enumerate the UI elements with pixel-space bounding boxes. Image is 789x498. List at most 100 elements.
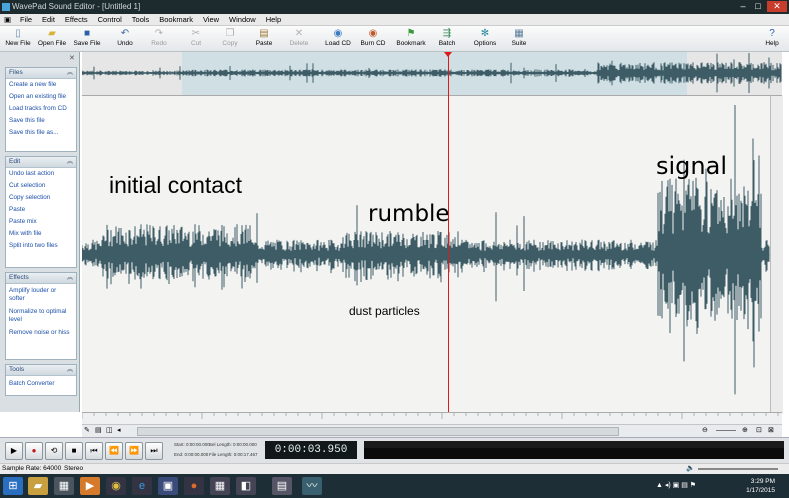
volume-icon[interactable]: 🔈 bbox=[686, 464, 695, 472]
menu-edit[interactable]: Edit bbox=[38, 14, 59, 25]
paste-button[interactable]: ▤ Paste bbox=[248, 27, 280, 50]
chevron-up-icon[interactable]: ︽ bbox=[67, 273, 73, 283]
waveform-view[interactable]: initial contact rumble signal dust parti… bbox=[82, 96, 770, 414]
paste-mix-link[interactable]: Paste mix bbox=[6, 216, 76, 228]
edit-panel: Edit ︽ Undo last action Cut selection Cop… bbox=[5, 156, 77, 268]
fast-forward-button[interactable]: ⏩ bbox=[125, 442, 143, 460]
save-file-button[interactable]: ■ Save File bbox=[71, 27, 103, 50]
start-button[interactable]: ⊞ bbox=[3, 477, 23, 495]
delete-button[interactable]: ✕ Delete bbox=[283, 27, 315, 50]
volume-slider[interactable] bbox=[698, 468, 778, 470]
menu-window[interactable]: Window bbox=[225, 14, 260, 25]
record-icon: ● bbox=[31, 446, 37, 455]
menu-control[interactable]: Control bbox=[94, 14, 126, 25]
zoom-slider[interactable] bbox=[716, 430, 736, 431]
taskbar-calendar[interactable]: ▤ bbox=[272, 477, 292, 495]
chevron-up-icon[interactable]: ︽ bbox=[67, 365, 73, 375]
play-button[interactable]: ▶ bbox=[5, 442, 23, 460]
taskbar-firefox[interactable]: ● bbox=[184, 477, 204, 495]
menu-file[interactable]: File bbox=[16, 14, 36, 25]
chevron-up-icon[interactable]: ︽ bbox=[67, 157, 73, 167]
taskbar-wavepad[interactable]: 〰 bbox=[302, 477, 322, 495]
loop-button[interactable]: ⟲ bbox=[45, 442, 63, 460]
batch-converter-link[interactable]: Batch Converter bbox=[6, 376, 76, 390]
zoom-selection-icon[interactable]: ⊡ bbox=[756, 426, 762, 434]
taskbar-files[interactable]: ▦ bbox=[54, 477, 74, 495]
tray-icons[interactable]: ▲ ◂) ▣ ▤ ⚑ bbox=[656, 481, 696, 489]
taskbar-ie[interactable]: e bbox=[132, 477, 152, 495]
redo-button[interactable]: ↷ Redo bbox=[143, 27, 175, 50]
close-panel-icon[interactable]: ✕ bbox=[69, 54, 75, 62]
cd-icon: ◉ bbox=[333, 28, 343, 39]
spectral-mode-icon[interactable]: ◫ bbox=[106, 426, 113, 434]
close-icon[interactable]: ✕ bbox=[767, 1, 787, 12]
options-button[interactable]: ✻ Options bbox=[469, 27, 501, 50]
suite-button[interactable]: ▦ Suite bbox=[503, 27, 535, 50]
zoom-out-icon[interactable]: ⊖ bbox=[702, 426, 708, 434]
effects-panel: Effects ︽ Amplify louder or softer Normal… bbox=[5, 272, 77, 360]
toolbar: ▯ New File ▰ Open File ■ Save File ↶ Undo ↷ R… bbox=[0, 26, 789, 52]
menu-view[interactable]: View bbox=[199, 14, 223, 25]
normalize-link[interactable]: Normalize to optimal level bbox=[6, 304, 76, 325]
new-file-button[interactable]: ▯ New File bbox=[2, 27, 34, 50]
split-files-link[interactable]: Split into two files bbox=[6, 240, 76, 252]
go-start-button[interactable]: ⏮ bbox=[85, 442, 103, 460]
taskbar-calculator[interactable]: ▦ bbox=[210, 477, 230, 495]
playback-cursor[interactable] bbox=[448, 52, 449, 424]
remove-noise-link[interactable]: Remove noise or hiss bbox=[6, 325, 76, 338]
burn-cd-button[interactable]: ◉ Burn CD bbox=[357, 27, 389, 50]
overview-waveform[interactable] bbox=[82, 52, 782, 96]
create-new-file-link[interactable]: Create a new file bbox=[6, 79, 76, 91]
mix-with-file-link[interactable]: Mix with file bbox=[6, 228, 76, 240]
copy-link[interactable]: Copy selection bbox=[6, 192, 76, 204]
annotation-rumble: rumble bbox=[368, 201, 450, 227]
taskbar-chrome[interactable]: ◉ bbox=[106, 477, 126, 495]
batch-button[interactable]: ⇶ Batch bbox=[431, 27, 463, 50]
load-cd-button[interactable]: ◉ Load CD bbox=[322, 27, 354, 50]
cut-button[interactable]: ✂ Cut bbox=[180, 27, 212, 50]
undo-button[interactable]: ↶ Undo bbox=[109, 27, 141, 50]
media-icon: ▶ bbox=[85, 480, 95, 492]
cut-link[interactable]: Cut selection bbox=[6, 180, 76, 192]
amplify-link[interactable]: Amplify louder or softer bbox=[6, 284, 76, 304]
scroll-thumb[interactable] bbox=[137, 427, 619, 436]
taskbar-explorer[interactable]: ▰ bbox=[28, 477, 48, 495]
pencil-icon[interactable]: ✎ bbox=[84, 426, 90, 434]
menu-tools[interactable]: Tools bbox=[128, 14, 154, 25]
undo-link[interactable]: Undo last action bbox=[6, 168, 76, 180]
menu-bar: ▣ File Edit Effects Control Tools Bookma… bbox=[0, 14, 789, 26]
copy-button[interactable]: ❐ Copy bbox=[214, 27, 246, 50]
save-file-as-link[interactable]: Save this file as... bbox=[6, 127, 76, 139]
zoom-full-icon[interactable]: ⊠ bbox=[768, 426, 774, 434]
record-button[interactable]: ● bbox=[25, 442, 43, 460]
zoom-in-icon[interactable]: ⊕ bbox=[742, 426, 748, 434]
vertical-scrollbar[interactable] bbox=[770, 96, 783, 414]
stop-button[interactable]: ■ bbox=[65, 442, 83, 460]
maximize-icon[interactable]: □ bbox=[752, 1, 764, 12]
paste-link[interactable]: Paste bbox=[6, 204, 76, 216]
waveform-mode-icon[interactable]: ▤ bbox=[95, 426, 102, 434]
taskbar-app[interactable]: ▣ bbox=[158, 477, 178, 495]
bookmark-button[interactable]: ⚑ Bookmark bbox=[395, 27, 427, 50]
help-button[interactable]: ? Help bbox=[756, 27, 788, 50]
clock[interactable]: 3:29 PM 1/17/2015 bbox=[746, 477, 775, 495]
taskbar-media[interactable]: ▶ bbox=[80, 477, 100, 495]
scroll-left-icon[interactable]: ◂ bbox=[117, 426, 121, 434]
menu-bookmark[interactable]: Bookmark bbox=[155, 14, 197, 25]
taskbar-app2[interactable]: ◧ bbox=[236, 477, 256, 495]
cursor-marker-icon[interactable] bbox=[444, 52, 452, 57]
save-file-link[interactable]: Save this file bbox=[6, 115, 76, 127]
clock-date: 1/17/2015 bbox=[746, 487, 775, 494]
menu-effects[interactable]: Effects bbox=[61, 14, 92, 25]
load-tracks-cd-link[interactable]: Load tracks from CD bbox=[6, 103, 76, 115]
open-existing-file-link[interactable]: Open an existing file bbox=[6, 91, 76, 103]
chevron-up-icon[interactable]: ︽ bbox=[67, 68, 73, 78]
go-end-button[interactable]: ⏭ bbox=[145, 442, 163, 460]
clipboard-icon: ▤ bbox=[259, 28, 269, 39]
minimize-icon[interactable]: – bbox=[737, 1, 749, 12]
rewind-button[interactable]: ⏪ bbox=[105, 442, 123, 460]
wavepad-icon: 〰 bbox=[306, 480, 318, 492]
menu-help[interactable]: Help bbox=[262, 14, 285, 25]
open-file-button[interactable]: ▰ Open File bbox=[36, 27, 68, 50]
status-bar: Sample Rate: 64000 Stereo 🔈 bbox=[0, 463, 789, 474]
